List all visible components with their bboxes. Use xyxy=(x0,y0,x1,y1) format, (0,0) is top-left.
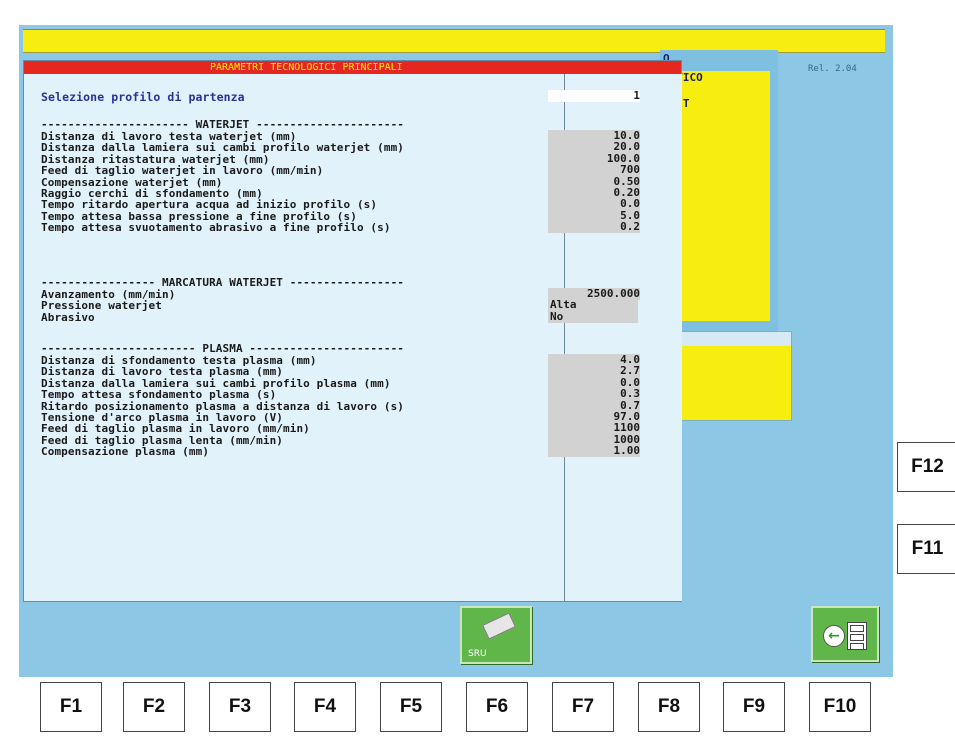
f5-key[interactable]: F5 xyxy=(380,682,442,732)
dialog-title-bar: PARAMETRI TECNOLOGICI PRINCIPALI xyxy=(24,61,681,74)
sru-button[interactable]: SRU xyxy=(460,606,532,664)
back-button[interactable]: ← xyxy=(811,606,879,662)
f1-key[interactable]: F1 xyxy=(40,682,102,732)
f3-key[interactable]: F3 xyxy=(209,682,271,732)
parameter-label: Abrasivo xyxy=(41,310,95,324)
back-arrow-icon: ← xyxy=(823,625,845,647)
parameter-label: Tempo attesa svuotamento abrasivo a fine… xyxy=(41,221,391,235)
parameter-label: Compensazione plasma (mm) xyxy=(41,445,210,459)
f6-key[interactable]: F6 xyxy=(466,682,528,732)
f10-key[interactable]: F10 xyxy=(809,682,871,732)
f9-key[interactable]: F9 xyxy=(723,682,785,732)
background-window-strip xyxy=(663,332,791,346)
f11-key[interactable]: F11 xyxy=(897,524,955,574)
f4-key[interactable]: F4 xyxy=(294,682,356,732)
parameter-value[interactable]: 1.00 xyxy=(548,445,640,458)
f7-key[interactable]: F7 xyxy=(552,682,614,732)
f8-key[interactable]: F8 xyxy=(638,682,700,732)
chip-icon xyxy=(482,612,516,640)
f12-key[interactable]: F12 xyxy=(897,442,955,492)
storage-icon xyxy=(847,622,867,650)
start-profile-label: Selezione profilo di partenza xyxy=(41,90,245,104)
f2-key[interactable]: F2 xyxy=(123,682,185,732)
sru-button-label: SRU xyxy=(468,649,487,659)
release-label: Rel. 2.04 xyxy=(808,64,857,74)
parameter-value[interactable]: No xyxy=(548,310,638,323)
parameter-value[interactable]: 0.2 xyxy=(548,221,640,234)
start-profile-input[interactable]: 1 xyxy=(548,90,640,102)
dialog-title: PARAMETRI TECNOLOGICI PRINCIPALI xyxy=(210,62,403,73)
